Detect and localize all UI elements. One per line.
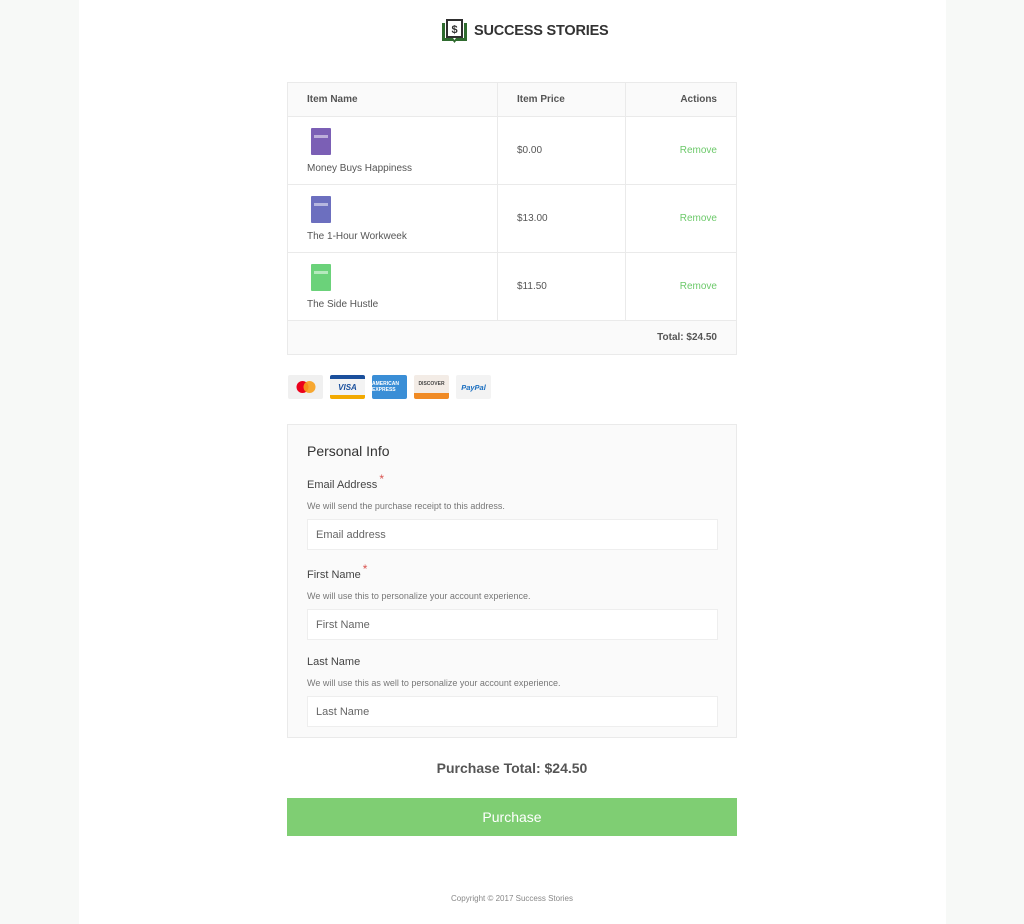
cart-header-row: Item Name Item Price Actions: [288, 83, 736, 117]
cart-total: Total: $24.50: [288, 321, 736, 354]
book-cover-icon: [311, 263, 331, 291]
first-name-field-group: First Name * We will use this to personal…: [307, 562, 718, 640]
copyright: Copyright © 2017 Success Stories: [451, 894, 573, 903]
discover-icon: DISCOVER: [414, 375, 449, 399]
table-row: Money Buys Happiness $0.00 Remove: [288, 117, 736, 185]
visa-icon: VISA: [330, 375, 365, 399]
brand-name: SUCCESS STORIES: [474, 23, 609, 39]
email-field-group: Email Address * We will send the purchase…: [307, 472, 718, 550]
book-dollar-icon: $: [442, 19, 467, 43]
last-name-field-group: Last Name We will use this as well to pe…: [307, 652, 718, 727]
email-field[interactable]: [307, 519, 718, 550]
mastercard-icon: [288, 375, 323, 399]
email-label: Email Address: [307, 479, 378, 491]
first-name-label: First Name: [307, 569, 361, 581]
book-cover-icon: [311, 127, 331, 155]
email-help: We will send the purchase receipt to thi…: [307, 501, 505, 511]
first-name-field[interactable]: [307, 609, 718, 640]
personal-info-form: Personal Info Email Address * We will sen…: [287, 424, 737, 738]
american-express-icon: AMERICAN EXPRESS: [372, 375, 407, 399]
purchase-total: Purchase Total: $24.50: [436, 760, 588, 776]
item-price: $0.00: [517, 145, 543, 156]
remove-link[interactable]: Remove: [680, 281, 717, 292]
first-name-help: We will use this to personalize your acc…: [307, 591, 531, 601]
item-price: $11.50: [517, 281, 547, 292]
brand-logo[interactable]: $ SUCCESS STORIES: [440, 17, 609, 45]
header-item-price: Item Price: [498, 83, 626, 116]
last-name-field[interactable]: [307, 696, 718, 727]
last-name-help: We will use this as well to personalize …: [307, 678, 561, 688]
header-actions: Actions: [680, 94, 717, 105]
header-item-name: Item Name: [288, 83, 498, 116]
remove-link[interactable]: Remove: [680, 213, 717, 224]
payment-methods: VISA AMERICAN EXPRESS DISCOVER PayPal: [288, 375, 491, 399]
item-name: The 1-Hour Workweek: [307, 230, 407, 242]
item-price: $13.00: [517, 213, 548, 224]
cart-table: Item Name Item Price Actions Money Buys …: [287, 82, 737, 355]
book-cover-icon: [311, 195, 331, 223]
required-marker: *: [362, 562, 368, 576]
remove-link[interactable]: Remove: [680, 145, 717, 156]
form-title: Personal Info: [307, 443, 390, 459]
item-name: The Side Hustle: [307, 298, 379, 310]
required-marker: *: [379, 472, 384, 486]
last-name-label: Last Name: [307, 656, 361, 668]
purchase-button[interactable]: Purchase: [287, 798, 737, 836]
paypal-icon: PayPal: [456, 375, 491, 399]
item-name: Money Buys Happiness: [307, 162, 413, 174]
table-row: The Side Hustle $11.50 Remove: [288, 253, 736, 321]
svg-text:$: $: [451, 24, 457, 36]
table-row: The 1-Hour Workweek $13.00 Remove: [288, 185, 736, 253]
